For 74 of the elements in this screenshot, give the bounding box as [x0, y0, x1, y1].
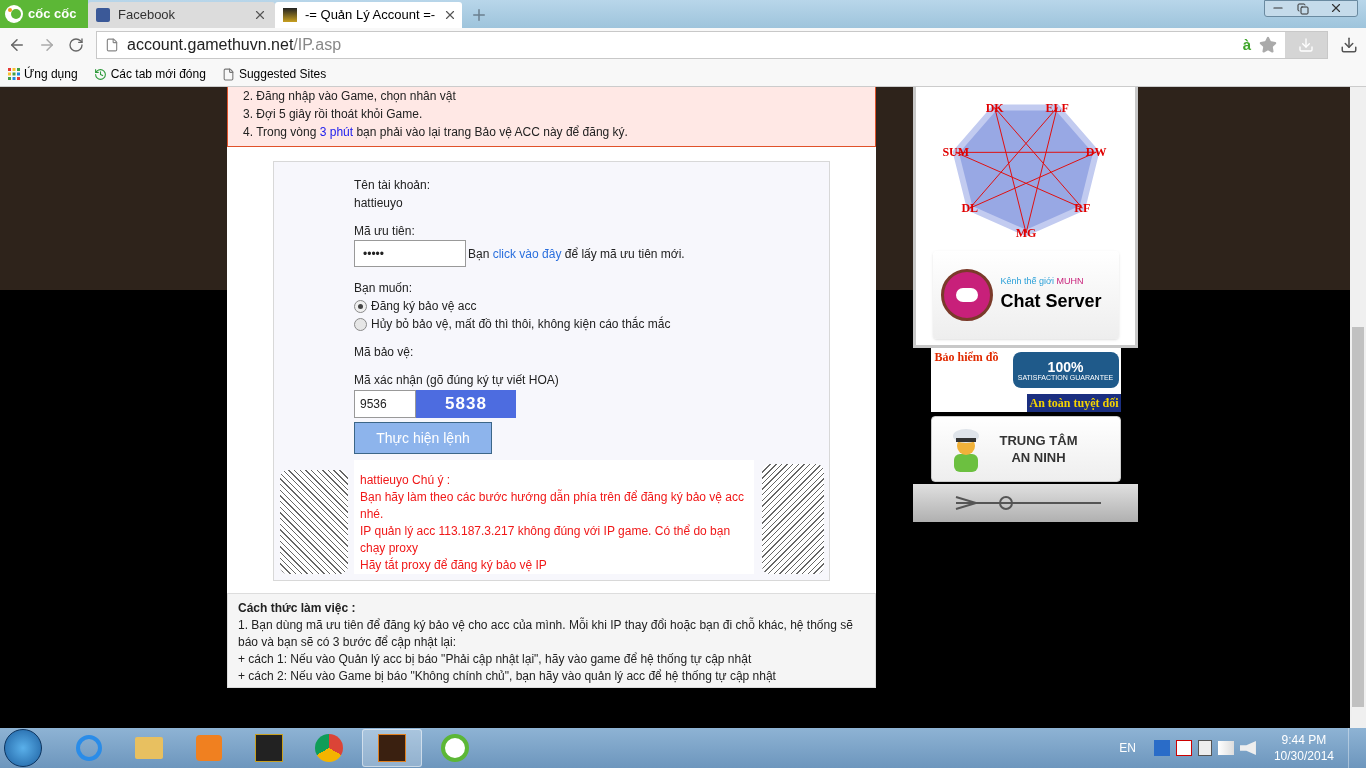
insurance-motto: An toàn tuyệt đối — [1027, 394, 1121, 412]
clock-date: 10/30/2014 — [1273, 748, 1334, 764]
chat-server-banner[interactable]: Kênh thế giới MUHN Chat Server — [932, 251, 1119, 339]
chat-caption: Kênh thế giới MUHN — [1000, 274, 1085, 288]
scrollbar-thumb[interactable] — [1352, 327, 1364, 707]
instructions-title: Cách thức làm việc : — [238, 600, 357, 617]
game-taskbar-icon[interactable] — [362, 729, 422, 767]
page-icon — [221, 67, 235, 81]
instruction-line: + cách 1: Nếu vào Quản lý acc bị báo "Phải cập nhật lại", hãy vào game để hệ thống tự cập nhật — [238, 651, 753, 668]
back-icon[interactable] — [8, 36, 26, 54]
class-label: DK — [985, 100, 1004, 115]
game-favicon-icon — [283, 8, 297, 22]
priority-code-field[interactable]: ••••• — [354, 240, 466, 267]
field-label: Mã xác nhận (gõ đúng ký tự viết HOA) — [354, 372, 560, 389]
instruction-line: 1. Bạn dùng mã ưu tiên để đăng ký bảo vệ cho acc của mình. Mỗi khi IP thay đổi hoặc bạn đi chỗ khác, hệ thống sẽ báo và bạn sẽ có 3 bước để cập nhật lại: — [238, 617, 854, 651]
bookmark-link[interactable]: Ứng dụng — [8, 65, 78, 83]
apps-grid-icon — [8, 68, 20, 80]
brand-name: cốc cốc — [28, 5, 77, 24]
hint-text: Bạn click vào đây để lấy mã ưu tiên mới. — [468, 245, 685, 263]
field-label: Bạn muốn: — [354, 280, 414, 297]
class-label: SUM — [941, 145, 969, 160]
message-title: hattieuyo Chú ý : — [360, 472, 452, 489]
tray-device-icon[interactable] — [1197, 740, 1212, 756]
browser-tab[interactable]: -= Quản Lý Account =- — [275, 2, 462, 28]
chat-title: Chat Server — [1000, 290, 1102, 314]
class-label: MG — [1015, 226, 1036, 240]
page-icon — [105, 38, 119, 52]
class-label: ELF — [1045, 100, 1069, 115]
start-button[interactable] — [4, 729, 42, 767]
instruction-line: + cách 2: Nếu vào Game bị báo "Không chính chủ", bạn hãy vào quản lý acc để hệ thống tự cập nhật — [238, 668, 777, 685]
download-icon — [1298, 37, 1314, 53]
insurance-title: Bảo hiểm đồ — [934, 349, 999, 366]
captcha-field[interactable]: 9536 — [354, 390, 416, 418]
notice-line: 3. Đợi 5 giây rồi thoát khỏi Game. — [243, 106, 424, 123]
option-label: Đăng ký bảo vệ acc — [371, 298, 477, 315]
class-label: DL — [960, 201, 978, 216]
bookmark-link[interactable]: Suggested Sites — [221, 65, 327, 83]
class-label: RF — [1073, 201, 1090, 216]
reload-icon[interactable] — [68, 37, 84, 53]
download-icon[interactable] — [1340, 36, 1358, 54]
message-line: IP quản lý acc 113.187.3.217 không đúng với IP game. Có thể do bạn chạy proxy — [360, 523, 732, 557]
radio-button[interactable] — [354, 317, 367, 331]
browser-tab[interactable]: Facebook — [88, 2, 275, 28]
star-icon[interactable] — [1259, 36, 1277, 54]
leaf-logo-icon — [4, 4, 24, 24]
message-line: Bạn hãy làm theo các bước hướng dẫn phía trên để đăng ký bảo vệ acc nhé. — [360, 489, 746, 523]
class-label: DW — [1085, 145, 1106, 160]
new-tab-icon[interactable] — [470, 6, 488, 24]
field-label: Mã bảo vệ: — [354, 344, 415, 361]
forward-icon[interactable] — [38, 36, 56, 54]
time-link[interactable]: 3 phút — [319, 125, 354, 139]
account-name: hattieuyo — [354, 195, 404, 212]
address-field[interactable]: account.gamethuvn.net/IP.asp à — [96, 31, 1328, 59]
security-center-banner[interactable]: TRUNG TÂM AN NINH — [930, 416, 1121, 482]
captcha-image: 5838 — [416, 390, 516, 418]
notice-line: 4. Trong vòng 3 phút bạn phải vào lại trang Bảo vệ ACC này để đăng ký. — [243, 124, 629, 141]
chat-bubble-icon — [940, 269, 993, 321]
option-label: Hủy bỏ bảo vệ, mất đồ thì thôi, không kiện cáo thắc mắc — [371, 315, 671, 333]
bookmark-link[interactable]: Các tab mới đóng — [93, 65, 206, 83]
security-title: AN NINH — [1011, 449, 1066, 466]
click-here-link[interactable]: click vào đây — [492, 246, 562, 261]
security-title: TRUNG TÂM — [999, 432, 1078, 449]
scrollbar[interactable] — [1350, 87, 1366, 728]
volume-icon[interactable] — [1239, 741, 1256, 755]
notice-line: 2. Đăng nhập vào Game, chọn nhân vật — [243, 88, 457, 105]
field-label: Mã ưu tiên: — [354, 223, 416, 240]
radio-button[interactable] — [354, 299, 367, 313]
close-icon[interactable] — [253, 8, 267, 22]
clock-time: 9:44 PM — [1281, 732, 1327, 748]
field-label: Tên tài khoản: — [354, 177, 432, 194]
history-icon — [93, 67, 107, 81]
url-text: account.gamethuvn.net/IP.asp — [127, 35, 342, 55]
tray-app-icon[interactable] — [1153, 740, 1170, 756]
message-line: Hãy tắt proxy để đăng ký bảo vệ IP — [360, 557, 548, 574]
